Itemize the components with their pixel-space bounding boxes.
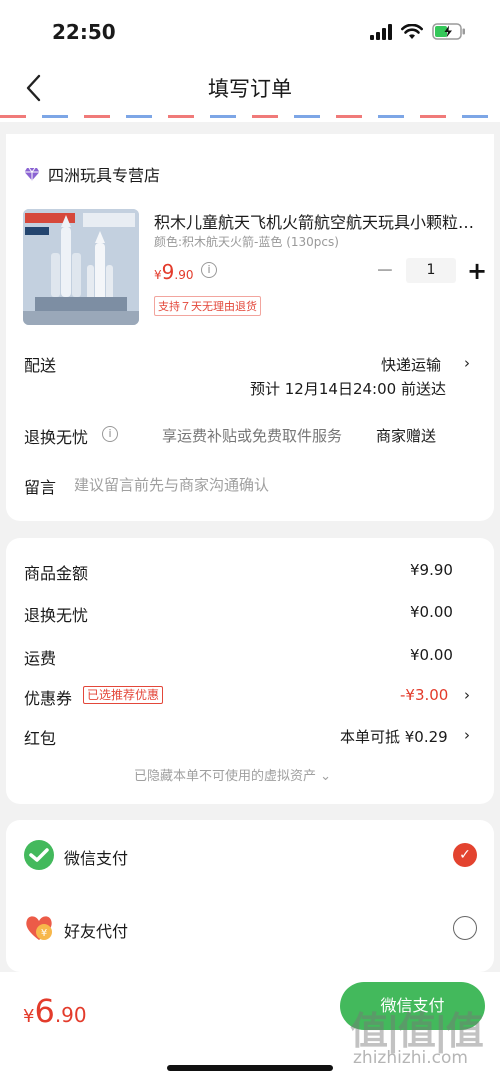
goods-amount-label: 商品金额: [24, 564, 89, 583]
worry-free-desc: 享运费补贴或免费取件服务: [162, 427, 343, 445]
delivery-label: 配送: [24, 356, 57, 375]
goods-amount-value: ¥9.90: [410, 561, 453, 579]
message-input[interactable]: 建议留言前先与商家沟通确认: [74, 474, 269, 495]
coupon-label: 优惠券: [24, 689, 73, 708]
page-title: 填写订单: [208, 77, 292, 101]
worry-free-fee-value: ¥0.00: [410, 603, 453, 621]
total-price: ¥ 6 .90: [23, 992, 87, 1030]
wifi-icon: [401, 23, 423, 40]
rocket-image-icon: [23, 209, 139, 325]
total-decimal: .90: [54, 1003, 87, 1027]
store-header[interactable]: 四洲玩具专营店: [24, 162, 160, 186]
red-packet-chevron-right-icon[interactable]: ›: [464, 726, 470, 744]
product-image[interactable]: [23, 209, 139, 325]
airmail-border-divider: [0, 114, 500, 122]
nav-bar: 填写订单: [0, 62, 500, 114]
quantity-input[interactable]: 1: [406, 258, 456, 283]
price-decimal: .90: [174, 268, 194, 282]
store-name: 四洲玩具专营店: [48, 166, 161, 185]
product-price: ¥ 9 .90: [154, 260, 193, 284]
hidden-assets-toggle[interactable]: 已隐藏本单不可使用的虚拟资产 ⌄: [134, 765, 331, 784]
watermark-url: zhizhizhi.com: [353, 1048, 468, 1068]
wechat-pay-label: 微信支付: [64, 849, 129, 868]
delivery-eta: 预计 12月14日24:00 前送达: [250, 380, 446, 398]
total-integer: 6: [34, 992, 55, 1030]
total-currency: ¥: [23, 1006, 35, 1027]
friend-pay-label: 好友代付: [64, 922, 129, 941]
worry-free-fee-label: 退换无忧: [24, 606, 89, 625]
order-card: 四洲玩具专营店 积木儿童航天飞机火箭航空航天玩具小颗粒拼装模型 颜色:积木航天火…: [6, 134, 494, 521]
friend-pay-radio[interactable]: [453, 916, 477, 940]
price-currency: ¥: [154, 268, 162, 282]
status-time: 22:50: [52, 20, 116, 44]
delivery-chevron-right-icon[interactable]: ›: [464, 354, 470, 372]
product-title[interactable]: 积木儿童航天飞机火箭航空航天玩具小颗粒拼装模型: [154, 209, 479, 233]
product-variant[interactable]: 颜色:积木航天火箭-蓝色 (130pcs): [154, 233, 339, 250]
message-label: 留言: [24, 478, 57, 497]
battery-icon: [432, 23, 466, 40]
increase-quantity-button[interactable]: +: [466, 259, 488, 283]
coupon-tag: 已选推荐优惠: [83, 686, 164, 704]
quantity-stepper: − 1 +: [374, 258, 488, 283]
home-indicator: [167, 1065, 333, 1071]
friend-pay-heart-icon: ¥: [26, 916, 52, 940]
status-bar: 22:50: [0, 0, 500, 62]
bottom-checkout-bar: ¥ 6 .90 微信支付 值|值|值 zhizhizhi.com: [0, 972, 500, 1082]
red-packet-value[interactable]: 本单可抵 ¥0.29: [340, 726, 448, 747]
decrease-quantity-button[interactable]: −: [374, 259, 396, 282]
watermark-logo: 值|值|值: [350, 1009, 484, 1053]
coupon-value[interactable]: -¥3.00: [400, 686, 448, 704]
status-icons: [370, 23, 466, 40]
payment-methods-card: 微信支付 ✓ ¥ 好友代付: [6, 820, 494, 972]
worry-free-value: 商家赠送: [376, 427, 437, 445]
delivery-method[interactable]: 快递运输: [381, 354, 441, 375]
cellular-signal-icon: [370, 23, 392, 40]
price-summary-card: 商品金额 ¥9.90 退换无忧 ¥0.00 运费 ¥0.00 优惠券 已选推荐优…: [6, 538, 494, 804]
friend-pay-icon-text: ¥: [41, 928, 47, 939]
worry-free-label: 退换无忧: [24, 428, 89, 447]
worry-free-info-icon[interactable]: i: [102, 426, 118, 442]
store-diamond-icon: [24, 167, 40, 181]
coupon-chevron-right-icon[interactable]: ›: [464, 686, 470, 704]
wechat-pay-radio-checked[interactable]: ✓: [453, 843, 477, 867]
wechat-pay-icon: [24, 840, 54, 870]
shipping-fee-label: 运费: [24, 649, 57, 668]
price-info-icon[interactable]: i: [201, 262, 217, 278]
red-packet-label: 红包: [24, 729, 57, 748]
price-integer: 9: [161, 260, 175, 284]
shipping-fee-value: ¥0.00: [410, 646, 453, 664]
return-policy-badge: 支持７天无理由退货: [154, 296, 261, 316]
